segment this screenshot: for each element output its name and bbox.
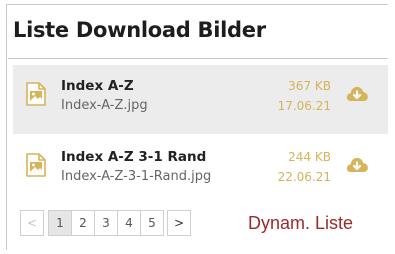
file-filename: Index-A-Z.jpg (61, 98, 148, 113)
pagination-page-2[interactable]: 2 (71, 210, 95, 236)
file-name[interactable]: Index A-Z 3-1 Rand (61, 149, 206, 165)
image-file-icon (26, 82, 46, 106)
title-divider (8, 58, 388, 59)
file-size: 367 KB (288, 79, 331, 93)
pagination-page-1[interactable]: 1 (48, 210, 72, 236)
file-date: 22.06.21 (277, 170, 331, 184)
file-row[interactable]: Index A-Z 3-1 Rand Index-A-Z-3-1-Rand.jp… (13, 136, 388, 205)
pagination-page-3[interactable]: 3 (94, 210, 118, 236)
file-filename: Index-A-Z-3-1-Rand.jpg (61, 169, 212, 184)
file-size: 244 KB (288, 150, 331, 164)
file-date: 17.06.21 (277, 99, 331, 113)
cloud-download-icon[interactable] (345, 82, 369, 104)
pagination-page-5[interactable]: 5 (140, 210, 164, 236)
file-row[interactable]: Index A-Z Index-A-Z.jpg 367 KB 17.06.21 (13, 65, 388, 134)
image-file-icon (26, 153, 46, 177)
pagination-page-4[interactable]: 4 (117, 210, 141, 236)
panel-title: Liste Download Bilder (13, 18, 266, 42)
file-name[interactable]: Index A-Z (61, 78, 134, 94)
pagination-next-button[interactable]: > (167, 210, 191, 236)
annotation-label: Dynam. Liste (248, 213, 354, 233)
pagination-prev-button[interactable]: < (20, 210, 44, 236)
cloud-download-icon[interactable] (345, 153, 369, 175)
pagination: < 1 2 3 4 5 > (20, 210, 191, 238)
